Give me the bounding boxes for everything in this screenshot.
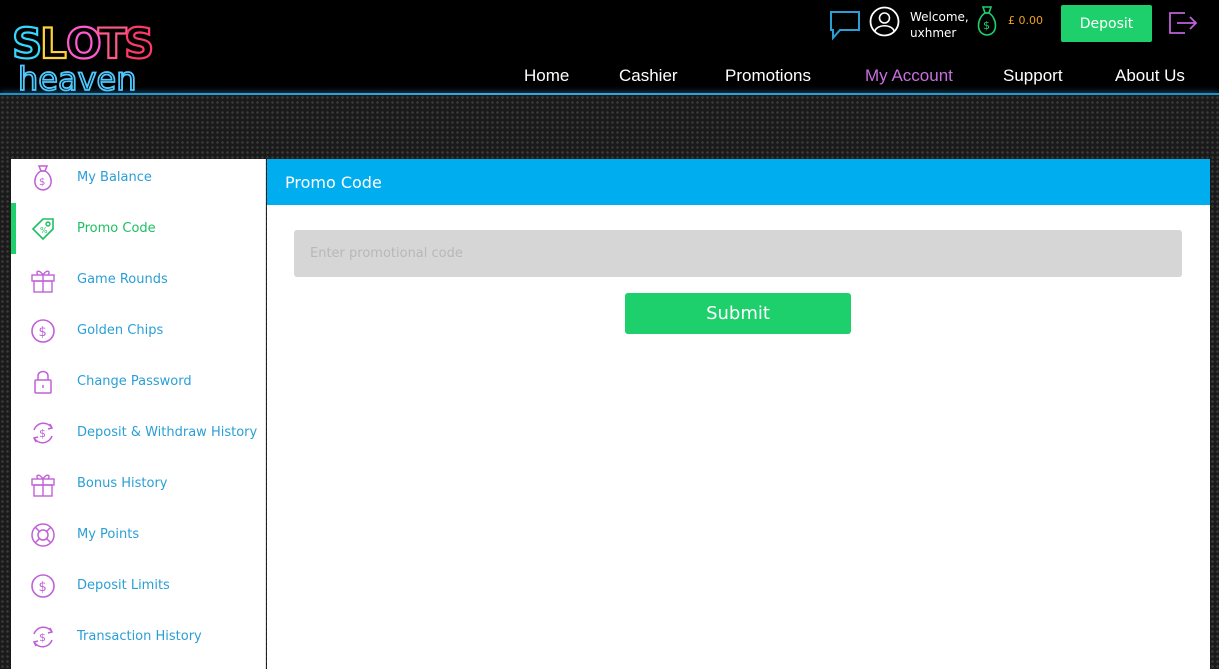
sidebar-item-my-points[interactable]: My Points [11,509,266,560]
sidebar-item-label: Transaction History [77,629,202,644]
gift-icon [29,470,57,498]
sidebar-item-label: Deposit & Withdraw History [77,425,258,440]
svg-text:$: $ [39,427,46,440]
sidebar-item-label: Golden Chips [77,323,164,338]
welcome-message: Welcome, uxhmer [910,9,969,41]
account-sidebar: $ My Balance % Promo Code Game Rounds $ … [11,159,266,669]
dollar-cycle-icon: $ [29,623,57,651]
site-header: S L O T S heaven Welcome, uxhmer $ £ 0.0 [0,0,1219,99]
deposit-button[interactable]: Deposit [1061,5,1152,42]
sidebar-item-label: Promo Code [77,221,156,236]
nav-about-us[interactable]: About Us [1115,66,1185,86]
submit-button[interactable]: Submit [625,293,851,334]
money-bag-icon[interactable]: $ [974,4,1000,38]
sidebar-item-label: Change Password [77,374,192,389]
sidebar-item-label: My Balance [77,170,152,185]
chat-bubble-icon[interactable] [828,8,862,42]
sidebar-item-deposit-limits[interactable]: $ Deposit Limits [11,560,266,611]
dollar-coin-icon: $ [29,317,57,345]
sidebar-item-label: Deposit Limits [77,578,170,593]
nav-cashier[interactable]: Cashier [619,66,678,86]
username: uxhmer [910,26,957,40]
sidebar-item-promo-code[interactable]: % Promo Code [11,203,266,254]
sidebar-item-label: Bonus History [77,476,168,491]
tag-icon: % [29,215,57,243]
sidebar-item-transaction-history[interactable]: $ Transaction History [11,611,266,662]
sidebar-item-change-password[interactable]: Change Password [11,356,266,407]
dollar-coin-icon: $ [29,572,57,600]
nav-home[interactable]: Home [524,66,569,86]
sidebar-item-deposit-withdraw-history[interactable]: $ Deposit & Withdraw History [11,407,266,458]
gift-icon [29,266,57,294]
background-pattern [0,95,1219,159]
svg-text:%: % [40,226,48,235]
nav-support[interactable]: Support [1003,66,1063,86]
promo-code-input[interactable] [294,230,1182,277]
account-balance: £ 0.00 [1008,14,1043,27]
svg-text:$: $ [39,177,45,188]
logout-icon[interactable] [1167,9,1199,37]
svg-text:$: $ [39,580,47,595]
lifebuoy-icon [29,521,57,549]
nav-my-account[interactable]: My Account [865,66,953,86]
main-navigation: Home Cashier Promotions My Account Suppo… [0,66,1219,90]
panel-title: Promo Code [267,159,1210,205]
sidebar-item-label: My Points [77,527,140,542]
sidebar-item-bonus-history[interactable]: Bonus History [11,458,266,509]
sidebar-item-golden-chips[interactable]: $ Golden Chips [11,305,266,356]
svg-text:$: $ [983,19,990,32]
sidebar-item-my-balance[interactable]: $ My Balance [11,152,266,203]
svg-text:$: $ [39,325,47,340]
svg-text:$: $ [39,631,46,644]
sidebar-item-label: Game Rounds [77,272,168,287]
dollar-cycle-icon: $ [29,419,57,447]
welcome-text: Welcome, [910,10,969,24]
user-avatar-icon[interactable] [869,6,900,37]
money-bag-icon: $ [29,164,57,192]
sidebar-item-game-rounds[interactable]: Game Rounds [11,254,266,305]
lock-icon [29,368,57,396]
nav-promotions[interactable]: Promotions [725,66,811,86]
promo-code-panel: Promo Code Submit [267,159,1210,669]
